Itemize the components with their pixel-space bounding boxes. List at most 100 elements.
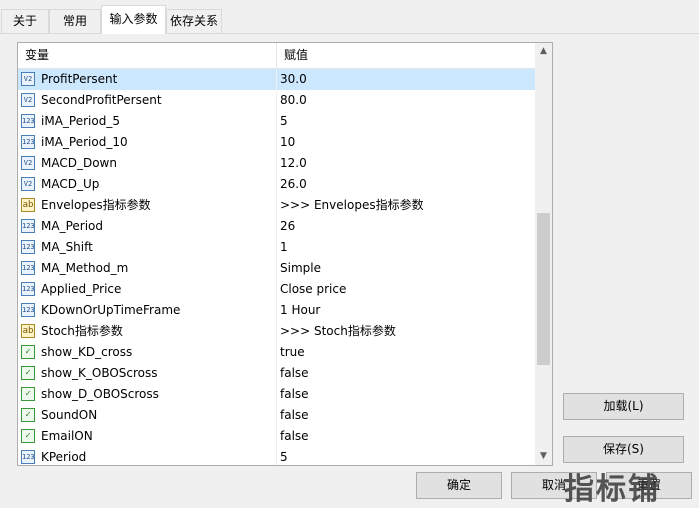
parameter-name: MA_Shift: [41, 240, 93, 254]
tab-dependencies[interactable]: 依存关系: [166, 9, 222, 33]
parameter-name: show_D_OBOScross: [41, 387, 159, 401]
table-row[interactable]: ✓ show_KD_cross true: [18, 342, 535, 363]
parameter-name: show_K_OBOScross: [41, 366, 158, 380]
bool-type-icon: ✓: [21, 429, 35, 443]
tab-common[interactable]: 常用: [49, 9, 101, 33]
integer-type-icon: 123: [21, 219, 35, 233]
ok-button[interactable]: 确定: [416, 472, 502, 499]
table-row[interactable]: ✓ SoundON false: [18, 405, 535, 426]
integer-type-icon: 123: [21, 114, 35, 128]
cell-separator: [276, 300, 277, 321]
parameter-value[interactable]: Close price: [280, 279, 346, 300]
table-row[interactable]: ab Envelopes指标参数 >>> Envelopes指标参数: [18, 195, 535, 216]
parameter-value[interactable]: 12.0: [280, 153, 307, 174]
watermark-logo: 指标铺: [564, 472, 660, 507]
table-row[interactable]: 123 Applied_Price Close price: [18, 279, 535, 300]
list-header: 变量 赋值: [18, 43, 535, 69]
integer-type-icon: 123: [21, 450, 35, 464]
parameter-name: SecondProfitPersent: [41, 93, 162, 107]
parameter-value[interactable]: 26: [280, 216, 295, 237]
parameter-name: Applied_Price: [41, 282, 122, 296]
tab-inputs[interactable]: 输入参数: [101, 5, 166, 34]
parameter-value[interactable]: >>> Envelopes指标参数: [280, 195, 424, 216]
integer-type-icon: 123: [21, 261, 35, 275]
inputs-panel: 变量 赋值 V2 ProfitPersent 30.0 V2 SecondProfitP…: [0, 34, 699, 508]
double-type-icon: V2: [21, 156, 35, 170]
scroll-up-arrow-icon[interactable]: ▲: [535, 43, 552, 60]
parameter-value[interactable]: >>> Stoch指标参数: [280, 321, 396, 342]
column-header-variable[interactable]: 变量: [18, 43, 276, 68]
cell-separator: [276, 363, 277, 384]
cell-separator: [276, 195, 277, 216]
cell-separator: [276, 237, 277, 258]
bool-type-icon: ✓: [21, 345, 35, 359]
parameter-value[interactable]: false: [280, 426, 309, 447]
cell-separator: [276, 258, 277, 279]
parameter-value[interactable]: 80.0: [280, 90, 307, 111]
table-row[interactable]: ✓ EmailON false: [18, 426, 535, 447]
table-row[interactable]: 123 MA_Shift 1: [18, 237, 535, 258]
vertical-scrollbar[interactable]: ▲ ▼: [535, 43, 552, 465]
column-header-value[interactable]: 赋值: [277, 43, 535, 68]
cell-separator: [276, 216, 277, 237]
parameter-value[interactable]: false: [280, 405, 309, 426]
bool-type-icon: ✓: [21, 387, 35, 401]
scroll-thumb[interactable]: [537, 213, 550, 365]
table-row[interactable]: 123 MA_Method_m Simple: [18, 258, 535, 279]
cell-separator: [276, 279, 277, 300]
cell-separator: [276, 384, 277, 405]
cell-separator: [276, 153, 277, 174]
parameter-value[interactable]: 30.0: [280, 69, 307, 90]
cell-separator: [276, 405, 277, 426]
save-button[interactable]: 保存(S): [563, 436, 684, 463]
table-row[interactable]: 123 iMA_Period_5 5: [18, 111, 535, 132]
parameter-name: EmailON: [41, 429, 93, 443]
cell-separator: [276, 111, 277, 132]
table-row[interactable]: ab Stoch指标参数 >>> Stoch指标参数: [18, 321, 535, 342]
table-row[interactable]: 123 KDownOrUpTimeFrame 1 Hour: [18, 300, 535, 321]
parameter-name: MACD_Down: [41, 156, 117, 170]
string-type-icon: ab: [21, 198, 35, 212]
load-button[interactable]: 加载(L): [563, 393, 684, 420]
tab-about[interactable]: 关于: [1, 9, 49, 33]
double-type-icon: V2: [21, 93, 35, 107]
parameter-name: SoundON: [41, 408, 98, 422]
integer-type-icon: 123: [21, 282, 35, 296]
table-row[interactable]: 123 KPeriod 5: [18, 447, 535, 465]
parameter-value[interactable]: Simple: [280, 258, 321, 279]
table-row[interactable]: V2 MACD_Up 26.0: [18, 174, 535, 195]
bool-type-icon: ✓: [21, 408, 35, 422]
cell-separator: [276, 90, 277, 111]
parameter-name: KDownOrUpTimeFrame: [41, 303, 181, 317]
table-row[interactable]: ✓ show_K_OBOScross false: [18, 363, 535, 384]
parameter-value[interactable]: 1 Hour: [280, 300, 320, 321]
parameter-name: Envelopes指标参数: [41, 198, 151, 212]
scroll-down-arrow-icon[interactable]: ▼: [535, 448, 552, 465]
cell-separator: [276, 174, 277, 195]
table-row[interactable]: 123 iMA_Period_10 10: [18, 132, 535, 153]
cell-separator: [276, 321, 277, 342]
table-row[interactable]: 123 MA_Period 26: [18, 216, 535, 237]
integer-type-icon: 123: [21, 135, 35, 149]
parameter-value[interactable]: 10: [280, 132, 295, 153]
parameter-value[interactable]: false: [280, 384, 309, 405]
parameter-rows: V2 ProfitPersent 30.0 V2 SecondProfitPersent…: [18, 69, 535, 465]
parameter-name: Stoch指标参数: [41, 324, 123, 338]
parameter-name: ProfitPersent: [41, 72, 118, 86]
table-row[interactable]: ✓ show_D_OBOScross false: [18, 384, 535, 405]
parameter-value[interactable]: 5: [280, 447, 288, 465]
table-row[interactable]: V2 ProfitPersent 30.0: [18, 69, 535, 90]
cell-separator: [276, 132, 277, 153]
parameter-value[interactable]: 5: [280, 111, 288, 132]
parameter-value[interactable]: false: [280, 363, 309, 384]
cell-separator: [276, 426, 277, 447]
parameter-value[interactable]: true: [280, 342, 305, 363]
table-row[interactable]: V2 SecondProfitPersent 80.0: [18, 90, 535, 111]
cell-separator: [276, 447, 277, 465]
parameter-name: iMA_Period_5: [41, 114, 120, 128]
parameter-value[interactable]: 26.0: [280, 174, 307, 195]
table-row[interactable]: V2 MACD_Down 12.0: [18, 153, 535, 174]
parameters-list[interactable]: 变量 赋值 V2 ProfitPersent 30.0 V2 SecondProfitP…: [17, 42, 553, 466]
tab-bar: 关于 常用 输入参数 依存关系: [0, 0, 699, 34]
parameter-value[interactable]: 1: [280, 237, 288, 258]
